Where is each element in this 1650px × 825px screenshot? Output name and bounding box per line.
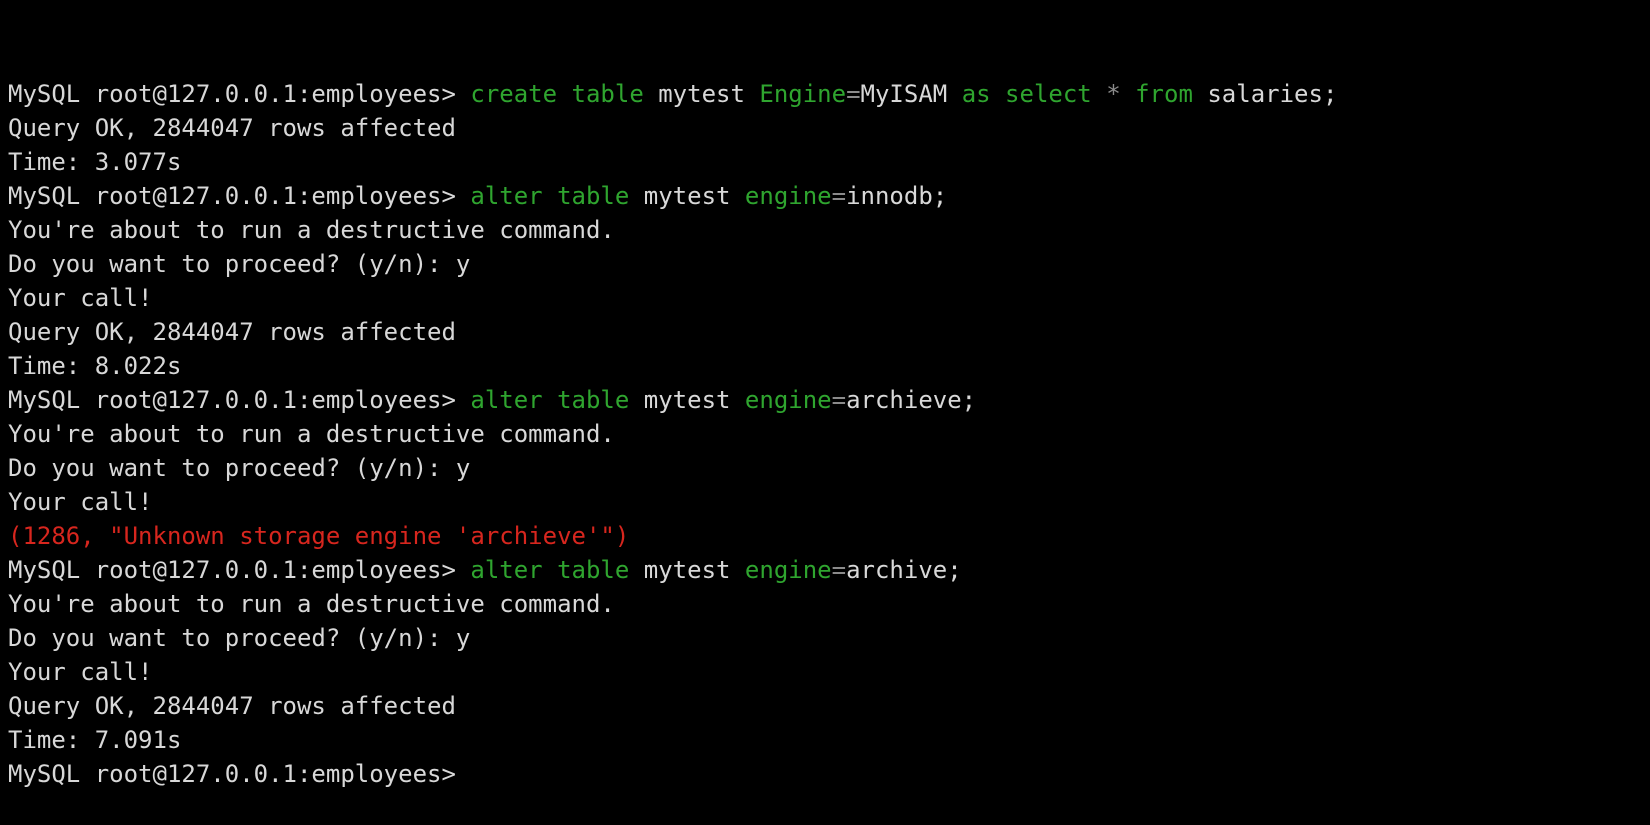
output-line: Do you want to proceed? (y/n): y (8, 247, 1638, 281)
terminal-text: You're about to run a destructive comman… (8, 216, 615, 244)
terminal-text: MySQL root@127.0.0.1:employees> (8, 760, 471, 788)
output-line: Your call! (8, 281, 1638, 315)
output-line: Time: 8.022s (8, 349, 1638, 383)
terminal-text: = (831, 182, 847, 210)
output-line: Do you want to proceed? (y/n): y (8, 451, 1638, 485)
output-line: You're about to run a destructive comman… (8, 213, 1638, 247)
terminal-text: MySQL root@127.0.0.1:employees> (8, 182, 471, 210)
error-line: (1286, "Unknown storage engine 'archieve… (8, 519, 1638, 553)
terminal-text: mytest (629, 556, 745, 584)
output-line: Time: 3.077s (8, 145, 1638, 179)
output-line: Your call! (8, 655, 1638, 689)
sql-keyword: engine (744, 386, 832, 414)
terminal-text: Query OK, 2844047 rows affected (8, 318, 456, 346)
sql-keyword: as (961, 80, 991, 108)
sql-keyword: create (470, 80, 558, 108)
terminal-text: Query OK, 2844047 rows affected (8, 114, 456, 142)
terminal-text: Your call! (8, 488, 153, 516)
terminal-text: Time: 8.022s (8, 352, 182, 380)
terminal-text: Time: 3.077s (8, 148, 182, 176)
terminal-text: = (831, 556, 847, 584)
terminal-text: Do you want to proceed? (y/n): y (8, 454, 471, 482)
sql-keyword: from (1135, 80, 1193, 108)
command-line: MySQL root@127.0.0.1:employees> create t… (8, 77, 1638, 111)
error-text: (1286, "Unknown storage engine 'archieve… (8, 522, 630, 550)
output-line: Time: 7.091s (8, 723, 1638, 757)
sql-keyword: alter (470, 182, 543, 210)
output-line: You're about to run a destructive comman… (8, 417, 1638, 451)
terminal-text: Query OK, 2844047 rows affected (8, 692, 456, 720)
output-line: You're about to run a destructive comman… (8, 587, 1638, 621)
sql-keyword: alter (470, 556, 543, 584)
output-line: Query OK, 2844047 rows affected (8, 315, 1638, 349)
terminal-text: = (846, 80, 861, 108)
sql-keyword: table (557, 182, 630, 210)
sql-keyword: table (557, 556, 630, 584)
terminal-text: Time: 7.091s (8, 726, 182, 754)
terminal-text: MySQL root@127.0.0.1:employees> (8, 386, 471, 414)
terminal-text: archieve; (846, 386, 977, 414)
terminal-text: Your call! (8, 658, 153, 686)
terminal-output: MySQL root@127.0.0.1:employees> create t… (8, 77, 1638, 791)
command-line: MySQL root@127.0.0.1:employees> alter ta… (8, 553, 1638, 587)
terminal-window[interactable]: MySQL root@127.0.0.1:employees> create t… (8, 9, 1638, 825)
terminal-text: mytest (629, 386, 745, 414)
terminal-text: MyISAM (860, 80, 962, 108)
terminal-text: MySQL root@127.0.0.1:employees> (8, 556, 471, 584)
terminal-text: You're about to run a destructive comman… (8, 420, 615, 448)
output-line: Do you want to proceed? (y/n): y (8, 621, 1638, 655)
sql-keyword: select (1005, 80, 1092, 108)
terminal-text: salaries; (1192, 80, 1338, 108)
sql-keyword: alter (470, 386, 543, 414)
sql-keyword: table (571, 80, 644, 108)
output-line: Your call! (8, 485, 1638, 519)
terminal-text: archive; (846, 556, 962, 584)
terminal-text: Your call! (8, 284, 153, 312)
sql-keyword: engine (744, 182, 832, 210)
sql-keyword: engine (744, 556, 832, 584)
sql-keyword: Engine (759, 80, 847, 108)
terminal-text: mytest (643, 80, 760, 108)
output-line: Query OK, 2844047 rows affected (8, 111, 1638, 145)
terminal-text: Do you want to proceed? (y/n): y (8, 250, 471, 278)
terminal-text: mytest (629, 182, 745, 210)
terminal-text: = (831, 386, 847, 414)
command-line: MySQL root@127.0.0.1:employees> alter ta… (8, 383, 1638, 417)
command-line: MySQL root@127.0.0.1:employees> alter ta… (8, 179, 1638, 213)
sql-keyword: table (557, 386, 630, 414)
output-line: Query OK, 2844047 rows affected (8, 689, 1638, 723)
terminal-text: innodb; (846, 182, 948, 210)
terminal-text: * (1106, 80, 1121, 108)
terminal-text: You're about to run a destructive comman… (8, 590, 615, 618)
terminal-text: MySQL root@127.0.0.1:employees> (8, 80, 471, 108)
terminal-text: Do you want to proceed? (y/n): y (8, 624, 471, 652)
